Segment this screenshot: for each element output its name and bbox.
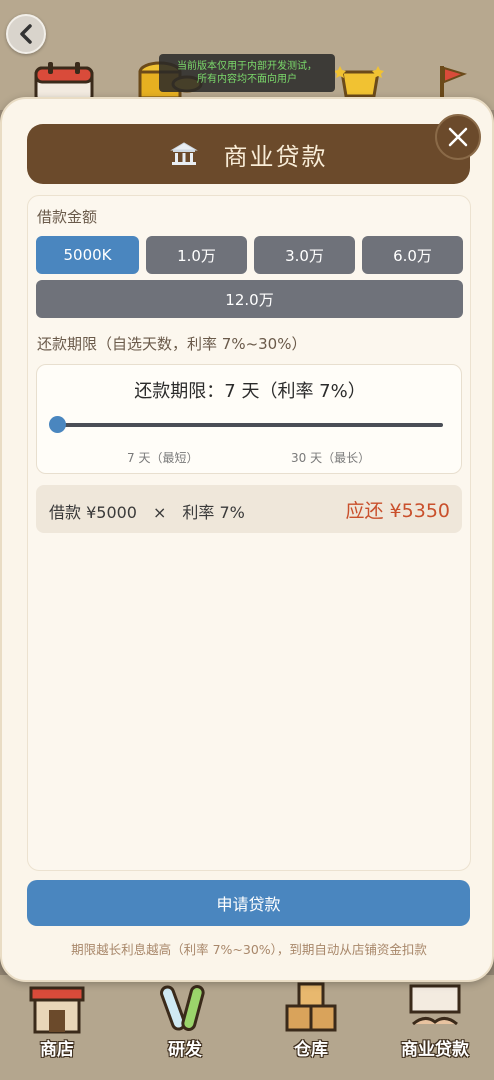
loan-form-panel: 借款金额 5000K 1.0万 3.0万 6.0万 12.0万 还款期限（自选天… — [27, 195, 471, 871]
nav-item-research[interactable]: 研发 — [140, 975, 230, 1070]
term-label: 还款期限（自选天数，利率 7%~30%） — [37, 335, 307, 353]
bank-icon — [169, 142, 198, 165]
shop-icon — [29, 986, 85, 1034]
amount-option-3w[interactable]: 3.0万 — [254, 236, 355, 274]
dev-notice-toast: 当前版本仅用于内部开发测试， 所有内容均不面向用户 — [159, 54, 335, 92]
business-loan-modal: 商业贷款 借款金额 5000K 1.0万 3.0万 6.0万 12.0万 还款期… — [0, 97, 494, 982]
nav-label-research: 研发 — [168, 1040, 202, 1060]
apply-loan-button[interactable]: 申请贷款 — [27, 880, 470, 926]
amount-option-6w[interactable]: 6.0万 — [362, 236, 463, 274]
chevron-left-icon — [20, 24, 32, 44]
amount-option-12w[interactable]: 12.0万 — [36, 280, 463, 318]
term-slider-track[interactable] — [57, 423, 443, 427]
loan-amount-label: 借款金额 — [37, 208, 98, 226]
amount-option-5000k[interactable]: 5000K — [36, 236, 139, 274]
nav-item-business-loan[interactable]: 商业贷款 — [390, 975, 480, 1070]
nav-label-shop: 商店 — [40, 1040, 74, 1060]
summary-repay: 应还 ¥5350 — [345, 500, 450, 522]
nav-label-warehouse: 仓库 — [294, 1040, 328, 1060]
summary-rate: 利率 7% — [182, 503, 245, 522]
loan-summary: 借款 ¥5000 × 利率 7% 应还 ¥5350 — [36, 485, 462, 533]
flag-icon — [440, 66, 468, 100]
close-icon — [448, 127, 468, 147]
bottom-nav: 商店 研发 仓库 商业贷款 — [0, 975, 494, 1080]
test-tubes-icon — [160, 985, 205, 1031]
back-button[interactable] — [6, 14, 46, 54]
trophy-icon — [334, 66, 384, 98]
calendar-icon — [34, 62, 94, 102]
close-button[interactable] — [435, 114, 481, 160]
amount-option-1w[interactable]: 1.0万 — [146, 236, 247, 274]
term-current: 还款期限：7 天（利率 7%） — [134, 381, 366, 402]
dev-notice-line-1: 当前版本仅用于内部开发测试， — [177, 61, 317, 72]
modal-title: 商业贷款 — [223, 142, 328, 171]
boxes-icon — [285, 982, 337, 1032]
nav-item-shop[interactable]: 商店 — [12, 975, 102, 1070]
handshake-check-icon — [409, 984, 461, 1026]
term-min-label: 7 天（最短） — [127, 451, 199, 465]
summary-loan: 借款 ¥5000 — [49, 503, 137, 522]
dev-notice-line-2: 所有内容均不面向用户 — [197, 74, 297, 85]
nav-item-warehouse[interactable]: 仓库 — [266, 975, 356, 1070]
summary-times: × — [153, 503, 167, 522]
term-max-label: 30 天（最长） — [291, 451, 371, 465]
term-slider-thumb[interactable] — [49, 416, 66, 433]
nav-label-business-loan: 商业贷款 — [401, 1040, 469, 1060]
summary-calculation: 借款 ¥5000 × 利率 7% — [49, 499, 245, 523]
term-card: 还款期限：7 天（利率 7%） 7 天（最短） 30 天（最长） — [36, 364, 462, 474]
modal-header: 商业贷款 — [27, 124, 470, 184]
footnote: 期限越长利息越高（利率 7%~30%），到期自动从店铺资金扣款 — [71, 942, 427, 957]
